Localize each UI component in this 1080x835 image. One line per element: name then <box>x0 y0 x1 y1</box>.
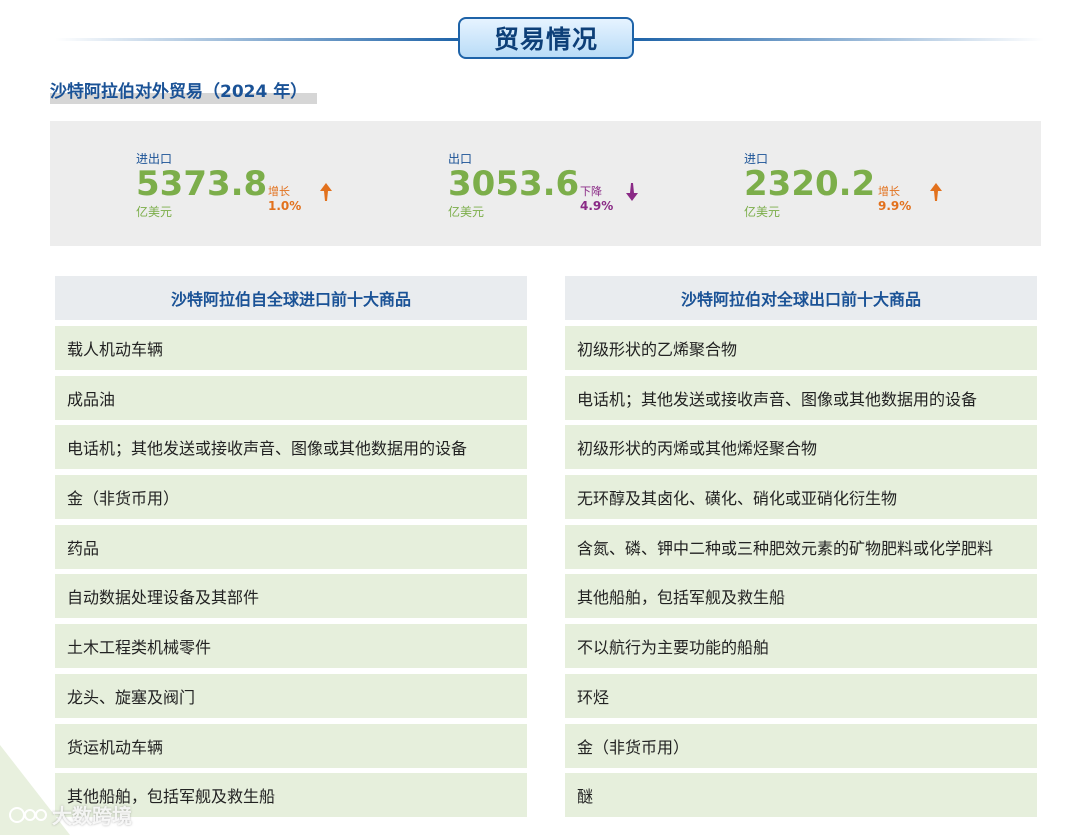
stat-import: 进口 2320.2 亿美元 增长 9.9% <box>744 121 1044 246</box>
exports-table-header: 沙特阿拉伯对全球出口前十大商品 <box>565 276 1037 320</box>
table-row: 初级形状的丙烯或其他烯烃聚合物 <box>565 425 1037 470</box>
table-row: 电话机；其他发送或接收声音、图像或其他数据用的设备 <box>55 425 527 470</box>
table-row: 初级形状的乙烯聚合物 <box>565 326 1037 370</box>
table-row: 无环醇及其卤化、磺化、硝化或亚硝化衍生物 <box>565 475 1037 520</box>
stat-value: 3053.6 <box>448 164 580 204</box>
watermark-logo-icon <box>9 806 47 823</box>
stat-change-label: 下降 <box>580 185 602 198</box>
stat-value: 2320.2 <box>744 164 876 204</box>
table-row: 金（非货币用） <box>55 475 527 520</box>
table-row: 载人机动车辆 <box>55 326 527 370</box>
watermark-text: 大数跨境 <box>52 804 132 828</box>
stat-value: 5373.8 <box>136 164 268 204</box>
table-row: 不以航行为主要功能的船舶 <box>565 624 1037 669</box>
table-row: 成品油 <box>55 375 527 420</box>
table-row: 环烃 <box>565 673 1037 718</box>
stat-unit: 亿美元 <box>136 205 173 219</box>
arrow-up-icon <box>320 183 332 201</box>
table-row: 土木工程类机械零件 <box>55 624 527 669</box>
watermark: 大数跨境 <box>8 800 132 829</box>
stat-export: 出口 3053.6 亿美元 下降 4.9% <box>448 121 748 246</box>
table-row: 含氮、磷、钾中二种或三种肥效元素的矿物肥料或化学肥料 <box>565 524 1037 569</box>
stat-change-label: 增长 <box>268 185 290 198</box>
stat-total-trade: 进出口 5373.8 亿美元 增长 1.0% <box>136 121 436 246</box>
arrow-up-icon <box>930 183 942 201</box>
stat-change-value: 1.0% <box>268 199 302 213</box>
stat-unit: 亿美元 <box>744 205 781 219</box>
stat-change-value: 9.9% <box>878 199 912 213</box>
stat-unit: 亿美元 <box>448 205 485 219</box>
table-row: 自动数据处理设备及其部件 <box>55 574 527 619</box>
stats-panel: 进出口 5373.8 亿美元 增长 1.0% 出口 3053.6 亿美元 下降 … <box>50 121 1041 246</box>
table-row: 醚 <box>565 773 1037 818</box>
page-title: 贸易情况 <box>458 17 634 59</box>
table-row: 货运机动车辆 <box>55 723 527 768</box>
section-title: 沙特阿拉伯对外贸易（2024 年） <box>50 80 318 104</box>
table-row: 其他船舶，包括军舰及救生船 <box>565 574 1037 619</box>
header-line-left <box>55 38 460 41</box>
table-row: 药品 <box>55 524 527 569</box>
exports-table: 沙特阿拉伯对全球出口前十大商品 初级形状的乙烯聚合物 电话机；其他发送或接收声音… <box>565 276 1037 823</box>
table-row: 金（非货币用） <box>565 723 1037 768</box>
stat-change-value: 4.9% <box>580 199 614 213</box>
table-row: 龙头、旋塞及阀门 <box>55 673 527 718</box>
stat-change-label: 增长 <box>878 185 900 198</box>
imports-table-header: 沙特阿拉伯自全球进口前十大商品 <box>55 276 527 320</box>
imports-table: 沙特阿拉伯自全球进口前十大商品 载人机动车辆 成品油 电话机；其他发送或接收声音… <box>55 276 527 823</box>
arrow-down-icon <box>626 183 638 201</box>
table-row: 电话机；其他发送或接收声音、图像或其他数据用的设备 <box>565 375 1037 420</box>
header-line-right <box>634 38 1044 41</box>
